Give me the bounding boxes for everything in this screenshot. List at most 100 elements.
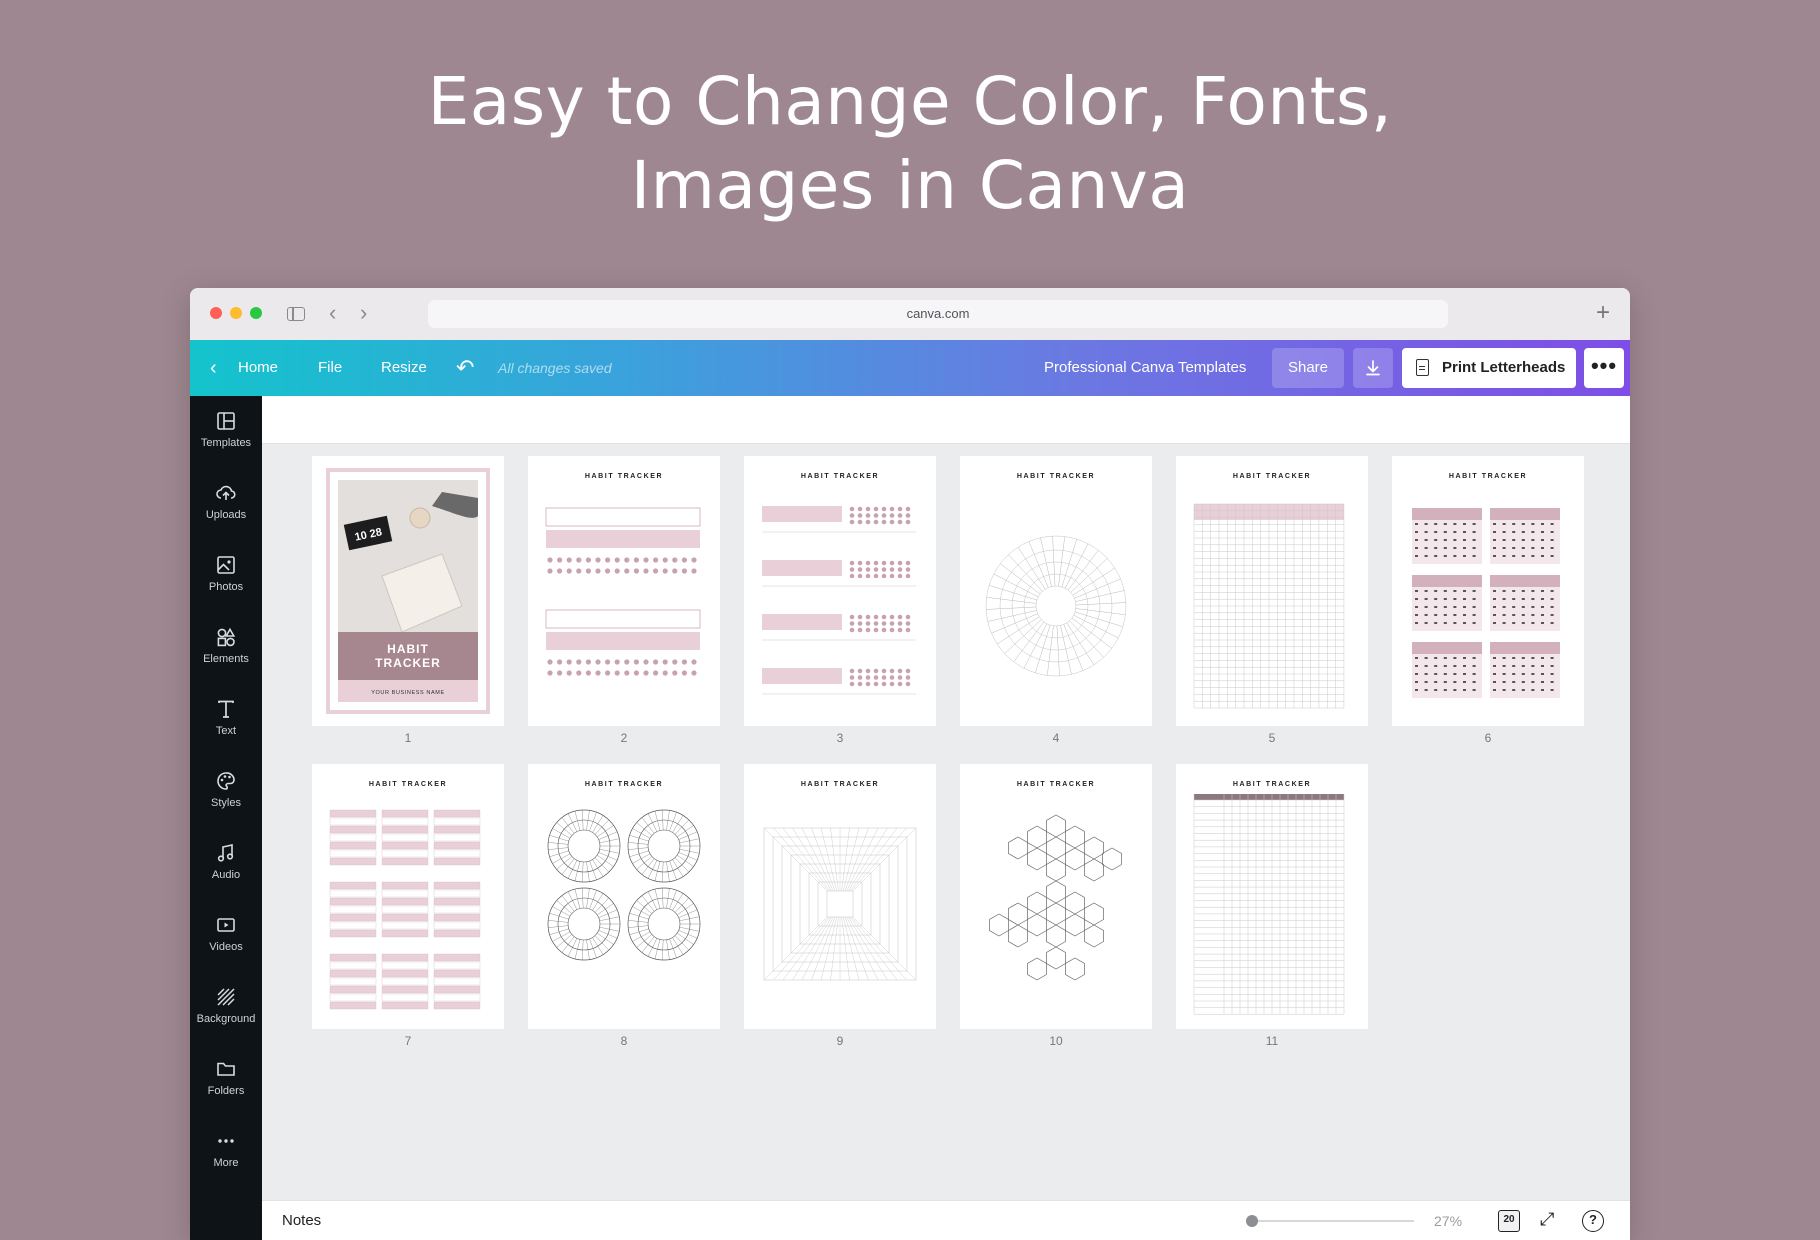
more-options-button[interactable]: ••• [1584, 348, 1624, 388]
day-dot [595, 659, 601, 665]
day-dot [585, 670, 591, 676]
page-background [960, 456, 1152, 726]
day-dot [873, 627, 879, 633]
date-mark [1443, 598, 1447, 600]
sidebar-toggle-icon[interactable] [287, 307, 305, 321]
page-thumbnail-11[interactable]: 11 HABIT TRACKER [1176, 764, 1368, 1048]
sidebar-item-templates[interactable]: Templates [190, 396, 262, 468]
day-dot [873, 573, 879, 579]
tracker-row [329, 969, 377, 978]
date-mark [1502, 598, 1506, 600]
date-mark [1415, 547, 1418, 549]
undo-icon[interactable]: ↶ [456, 340, 474, 396]
notes-button[interactable]: Notes [282, 1201, 321, 1240]
date-mark [1550, 681, 1554, 683]
tracker-row [329, 929, 377, 938]
day-dot [881, 573, 887, 579]
day-dot [889, 519, 895, 525]
tracker-row [381, 825, 429, 834]
day-dot [897, 675, 903, 680]
date-mark [1424, 606, 1428, 608]
tracker-row [329, 961, 377, 970]
zoom-slider-track[interactable] [1250, 1220, 1414, 1222]
page-thumbnail-9[interactable]: 9 HABIT TRACKER [744, 764, 936, 1048]
sidebar-item-elements[interactable]: Elements [190, 612, 262, 684]
sidebar-item-uploads[interactable]: Uploads [190, 468, 262, 540]
date-mark [1502, 622, 1506, 624]
date-mark [1453, 547, 1457, 549]
date-mark [1493, 547, 1496, 549]
home-chevron-icon[interactable]: ‹ [210, 340, 217, 396]
file-menu-button[interactable]: File [318, 340, 342, 396]
forward-arrow-icon[interactable]: › [360, 302, 367, 324]
page-thumbnail-7[interactable]: 7 HABIT TRACKER [312, 764, 504, 1048]
sidebar-item-label: Elements [203, 653, 249, 665]
back-arrow-icon[interactable]: ‹ [329, 302, 336, 324]
date-mark [1463, 547, 1466, 549]
day-dot [897, 681, 903, 687]
date-mark [1424, 590, 1428, 592]
date-mark [1512, 681, 1516, 683]
help-button[interactable]: ? [1582, 1210, 1604, 1232]
page-thumbnail-6[interactable]: 6 HABIT TRACKER [1392, 456, 1584, 745]
minimize-window-button[interactable] [230, 307, 242, 319]
day-dot [614, 659, 620, 665]
page-thumbnail-3[interactable]: 3 HABIT TRACKER [744, 456, 936, 745]
page-thumbnail-8[interactable]: 8 HABIT TRACKER [528, 764, 720, 1048]
date-mark [1472, 555, 1476, 557]
tracker-row [329, 921, 377, 930]
sidebar-item-background[interactable]: Background [190, 972, 262, 1044]
day-dot [905, 513, 911, 518]
download-button[interactable] [1353, 348, 1393, 388]
project-title[interactable]: Professional Canva Templates [1044, 340, 1246, 396]
zoom-level[interactable]: 27% [1434, 1201, 1462, 1240]
date-mark [1434, 614, 1438, 616]
day-dot [857, 675, 863, 680]
share-button[interactable]: Share [1272, 348, 1344, 388]
new-tab-plus-icon[interactable]: + [1596, 299, 1610, 327]
page-thumbnail-4[interactable]: 4 HABIT TRACKER [960, 456, 1152, 745]
date-mark [1502, 547, 1506, 549]
date-mark [1531, 531, 1535, 533]
date-mark [1453, 673, 1457, 675]
grid-view-button[interactable]: 20 [1498, 1210, 1520, 1232]
page-background [1176, 456, 1368, 726]
sidebar-item-styles[interactable]: Styles [190, 756, 262, 828]
day-dot [566, 659, 572, 665]
home-button[interactable]: Home [238, 340, 278, 396]
fullscreen-icon[interactable]: ⤢ [1540, 1209, 1554, 1230]
month-body [1412, 520, 1482, 564]
date-mark [1415, 689, 1418, 691]
date-mark [1531, 689, 1535, 691]
tracker-row [329, 1001, 377, 1010]
month-header [1412, 575, 1482, 587]
date-mark [1521, 523, 1525, 525]
address-bar[interactable]: canva.com [428, 300, 1448, 328]
page-thumbnail-10[interactable]: 10 HABIT TRACKER [960, 764, 1152, 1048]
sidebar-item-photos[interactable]: Photos [190, 540, 262, 612]
day-dot [653, 568, 659, 574]
day-dot [865, 519, 871, 525]
day-dot [873, 621, 879, 626]
sidebar-item-videos[interactable]: Videos [190, 900, 262, 972]
sidebar-item-folders[interactable]: Folders [190, 1044, 262, 1116]
page-thumbnail-1[interactable]: 110 28HABITTRACKERYOUR BUSINESS NAME [312, 456, 504, 745]
close-window-button[interactable] [210, 307, 222, 319]
resize-button[interactable]: Resize [381, 340, 427, 396]
date-mark [1541, 665, 1544, 667]
sidebar-item-audio[interactable]: Audio [190, 828, 262, 900]
maximize-window-button[interactable] [250, 307, 262, 319]
date-mark [1502, 614, 1506, 616]
zoom-slider-handle[interactable] [1246, 1215, 1258, 1227]
month-body [1490, 654, 1560, 698]
sidebar-item-more[interactable]: More [190, 1116, 262, 1188]
sidebar-item-text[interactable]: Text [190, 684, 262, 756]
day-dot [653, 659, 659, 665]
print-letterheads-button[interactable]: Print Letterheads [1402, 348, 1576, 388]
page-thumbnail-2[interactable]: 2 HABIT TRACKER [528, 456, 720, 745]
tracker-row [329, 841, 377, 850]
day-dot [889, 567, 895, 572]
page-thumbnail-5[interactable]: 5 HABIT TRACKER [1176, 456, 1368, 745]
date-mark [1512, 523, 1516, 525]
date-mark [1424, 547, 1428, 549]
